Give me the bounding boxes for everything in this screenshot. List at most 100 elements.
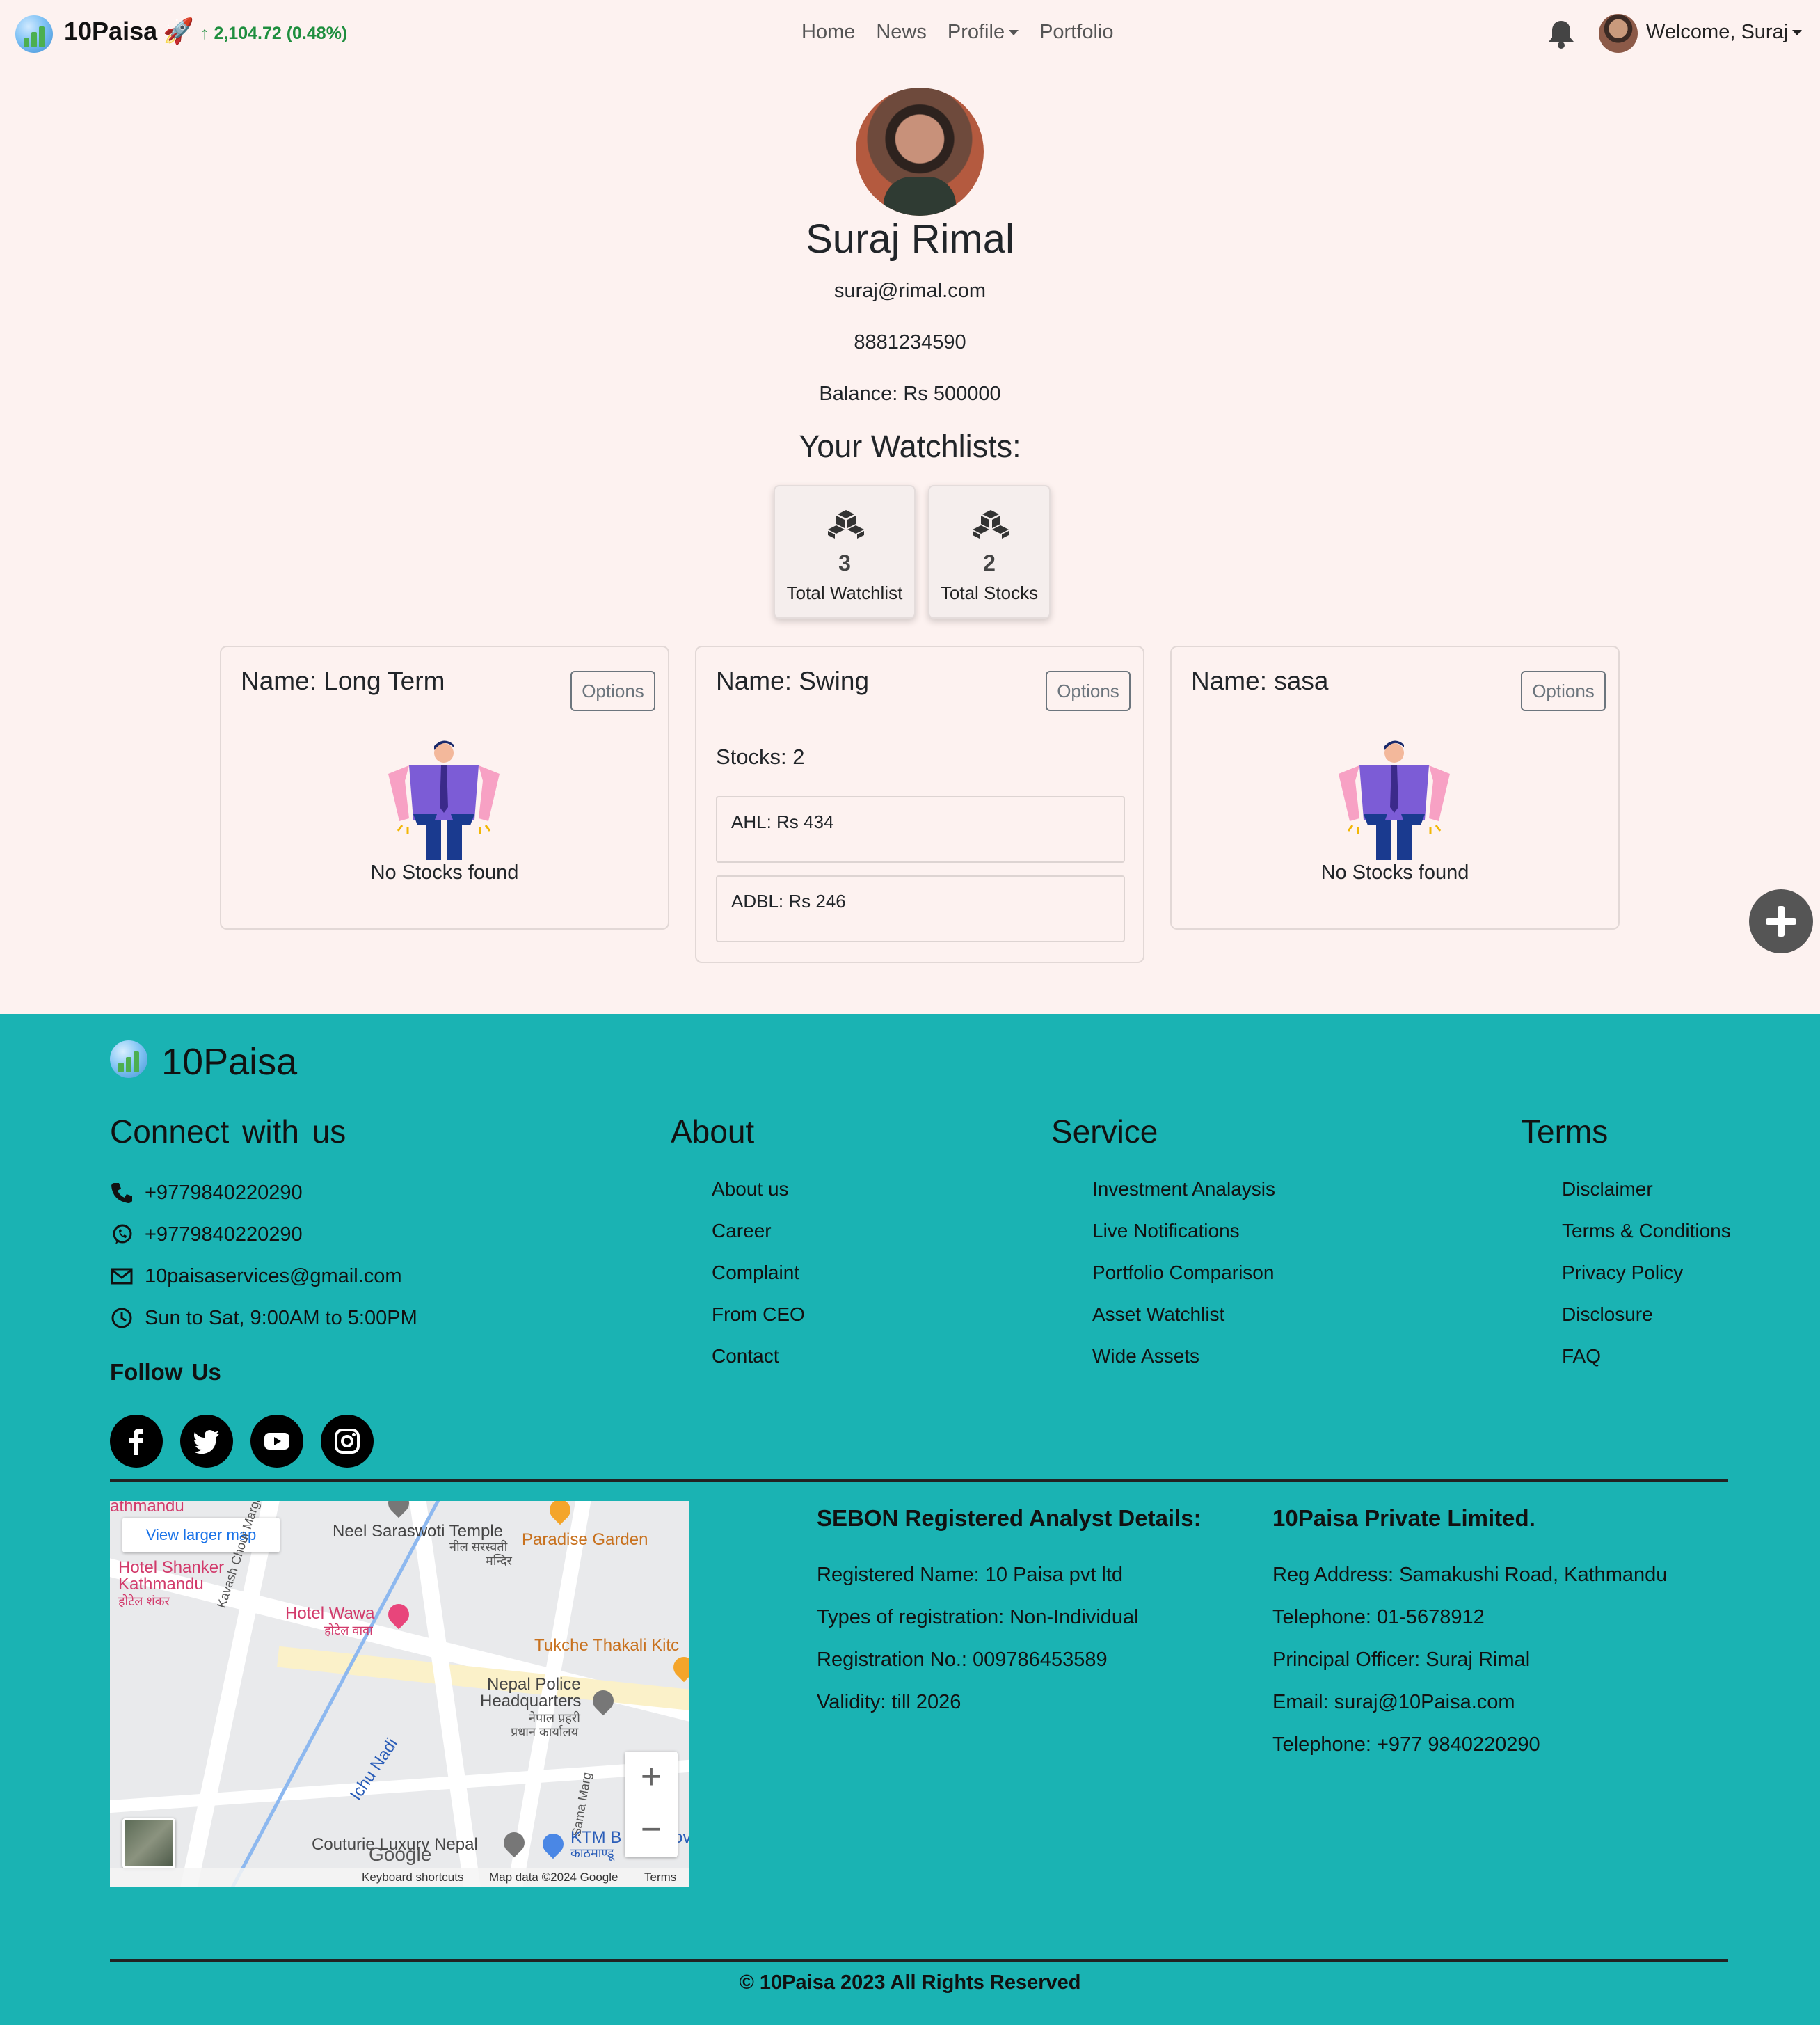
follow-heading: Follow Us bbox=[110, 1359, 221, 1385]
footer-link-wide-assets[interactable]: Wide Assets bbox=[1092, 1345, 1199, 1367]
satellite-toggle[interactable] bbox=[122, 1818, 175, 1868]
nav-links: Home News Profile Portfolio bbox=[801, 21, 1134, 44]
footer-link-from-ceo[interactable]: From CEO bbox=[712, 1303, 805, 1326]
map-label: काठमाण्डू bbox=[570, 1846, 614, 1860]
stock-item[interactable]: AHL: Rs 434 bbox=[716, 796, 1125, 863]
stat-label: Total Watchlist bbox=[786, 582, 903, 603]
map-label: athmandu bbox=[110, 1501, 184, 1516]
map-pin-icon[interactable] bbox=[383, 1599, 414, 1630]
watchlist-name: Name: Long Term bbox=[241, 667, 445, 695]
nav-profile-dropdown[interactable]: Profile bbox=[948, 21, 1019, 44]
map-attribution: Keyboard shortcuts Map data ©2024 Google… bbox=[110, 1868, 689, 1887]
footer-divider bbox=[110, 1479, 1728, 1482]
stock-label: ADBL: Rs 246 bbox=[731, 891, 846, 912]
map-pin-icon[interactable] bbox=[538, 1829, 568, 1859]
watchlist-card: Name: Long Term Options No Stocks found bbox=[220, 646, 669, 930]
nav-home[interactable]: Home bbox=[801, 21, 855, 44]
footer-link-faq[interactable]: FAQ bbox=[1562, 1345, 1601, 1367]
sebon-line: Types of registration: Non-Individual bbox=[817, 1606, 1139, 1628]
add-watchlist-button[interactable] bbox=[1749, 889, 1813, 953]
user-menu-dropdown[interactable]: Welcome, Suraj bbox=[1646, 21, 1803, 44]
copyright: © 10Paisa 2023 All Rights Reserved bbox=[739, 1971, 1081, 1994]
facebook-icon[interactable] bbox=[110, 1415, 163, 1468]
contact-phone[interactable]: +9779840220290 bbox=[110, 1181, 303, 1205]
cubes-icon bbox=[973, 510, 1009, 539]
company-line: Telephone: +977 9840220290 bbox=[1272, 1733, 1540, 1756]
footer-logo bbox=[110, 1040, 147, 1078]
map-label: Paradise Garden bbox=[522, 1530, 648, 1549]
profile-balance: Balance: Rs 500000 bbox=[819, 383, 1001, 405]
watchlist-name: Name: Swing bbox=[716, 667, 870, 695]
map-terms-link[interactable]: Terms bbox=[644, 1871, 676, 1884]
contact-whatsapp[interactable]: +9779840220290 bbox=[110, 1223, 303, 1246]
chevron-down-icon bbox=[1009, 30, 1019, 36]
rocket-icon: 🚀 bbox=[163, 17, 194, 45]
map-pin-icon[interactable] bbox=[545, 1501, 575, 1525]
keyboard-shortcuts-link[interactable]: Keyboard shortcuts bbox=[362, 1871, 463, 1884]
footer: 10Paisa Connect with us +9779840220290 +… bbox=[0, 1014, 1820, 2025]
cubes-icon bbox=[828, 510, 864, 539]
empty-pockets-illustration bbox=[1339, 740, 1450, 860]
location-map[interactable]: View larger map athmandu Neel Saraswoti … bbox=[110, 1501, 689, 1887]
nav-news[interactable]: News bbox=[876, 21, 927, 44]
zoom-out-button[interactable]: − bbox=[625, 1804, 678, 1857]
sebon-heading: SEBON Registered Analyst Details: bbox=[817, 1505, 1202, 1531]
map-label: मन्दिर bbox=[486, 1554, 512, 1568]
market-ticker: ↑ 2,104.72 (0.48%) bbox=[200, 24, 348, 43]
user-avatar[interactable] bbox=[1599, 14, 1638, 53]
company-line: Telephone: 01-5678912 bbox=[1272, 1606, 1485, 1628]
brand-logo[interactable] bbox=[15, 15, 53, 53]
map-label: प्रधान कार्यालय bbox=[511, 1725, 579, 1739]
map-label: Headquarters bbox=[480, 1692, 582, 1710]
contact-email[interactable]: 10paisaservices@gmail.com bbox=[110, 1264, 402, 1288]
map-label: Tukche Thakali Kitc bbox=[534, 1636, 680, 1655]
stat-value: 2 bbox=[983, 550, 996, 575]
map-pin-icon[interactable] bbox=[669, 1652, 689, 1683]
footer-link-disclaimer[interactable]: Disclaimer bbox=[1562, 1178, 1653, 1200]
whatsapp-icon bbox=[113, 1224, 132, 1245]
footer-link-live-notifications[interactable]: Live Notifications bbox=[1092, 1220, 1240, 1242]
stock-item[interactable]: ADBL: Rs 246 bbox=[716, 875, 1125, 942]
map-data-text: Map data ©2024 Google bbox=[489, 1871, 618, 1884]
footer-link-about-us[interactable]: About us bbox=[712, 1178, 789, 1200]
company-line: Email: suraj@10Paisa.com bbox=[1272, 1691, 1515, 1713]
footer-link-portfolio-comparison[interactable]: Portfolio Comparison bbox=[1092, 1262, 1274, 1284]
profile-phone: 8881234590 bbox=[854, 331, 966, 354]
twitter-icon[interactable] bbox=[180, 1415, 233, 1468]
stat-total-watchlist: 3 Total Watchlist bbox=[774, 485, 916, 619]
map-zoom-control: + − bbox=[625, 1752, 678, 1857]
instagram-icon[interactable] bbox=[321, 1415, 374, 1468]
company-heading: 10Paisa Private Limited. bbox=[1272, 1505, 1535, 1531]
contact-text: 10paisaservices@gmail.com bbox=[145, 1264, 402, 1287]
mail-icon bbox=[111, 1268, 133, 1285]
contact-hours: Sun to Sat, 9:00AM to 5:00PM bbox=[110, 1306, 417, 1330]
footer-link-career[interactable]: Career bbox=[712, 1220, 772, 1242]
footer-link-complaint[interactable]: Complaint bbox=[712, 1262, 799, 1284]
zoom-in-button[interactable]: + bbox=[625, 1752, 678, 1804]
footer-link-disclosure[interactable]: Disclosure bbox=[1562, 1303, 1653, 1326]
footer-link-investment-analysis[interactable]: Investment Analaysis bbox=[1092, 1178, 1275, 1200]
profile-name: Suraj Rimal bbox=[806, 216, 1014, 262]
youtube-icon[interactable] bbox=[250, 1415, 303, 1468]
options-button[interactable]: Options bbox=[1046, 671, 1131, 711]
brand-name[interactable]: 10Paisa bbox=[64, 17, 157, 46]
footer-link-asset-watchlist[interactable]: Asset Watchlist bbox=[1092, 1303, 1224, 1326]
nav-portfolio[interactable]: Portfolio bbox=[1039, 21, 1113, 44]
footer-link-privacy-policy[interactable]: Privacy Policy bbox=[1562, 1262, 1683, 1284]
bell-icon[interactable] bbox=[1546, 18, 1576, 50]
footer-brand: 10Paisa bbox=[161, 1041, 298, 1083]
company-line: Principal Officer: Suraj Rimal bbox=[1272, 1649, 1531, 1671]
footer-link-contact[interactable]: Contact bbox=[712, 1345, 779, 1367]
watchlist-card: Name: sasa Options No Stocks found bbox=[1170, 646, 1620, 930]
footer-link-terms-conditions[interactable]: Terms & Conditions bbox=[1562, 1220, 1731, 1242]
sebon-line: Validity: till 2026 bbox=[817, 1691, 961, 1713]
options-button[interactable]: Options bbox=[570, 671, 655, 711]
service-heading: Service bbox=[1051, 1113, 1158, 1150]
options-button[interactable]: Options bbox=[1521, 671, 1606, 711]
stat-label: Total Stocks bbox=[940, 582, 1039, 603]
company-line: Reg Address: Samakushi Road, Kathmandu bbox=[1272, 1564, 1668, 1586]
chevron-down-icon bbox=[1792, 30, 1803, 36]
watchlists-heading: Your Watchlists: bbox=[799, 429, 1021, 464]
about-heading: About bbox=[671, 1113, 755, 1150]
map-pin-icon[interactable] bbox=[383, 1501, 414, 1518]
